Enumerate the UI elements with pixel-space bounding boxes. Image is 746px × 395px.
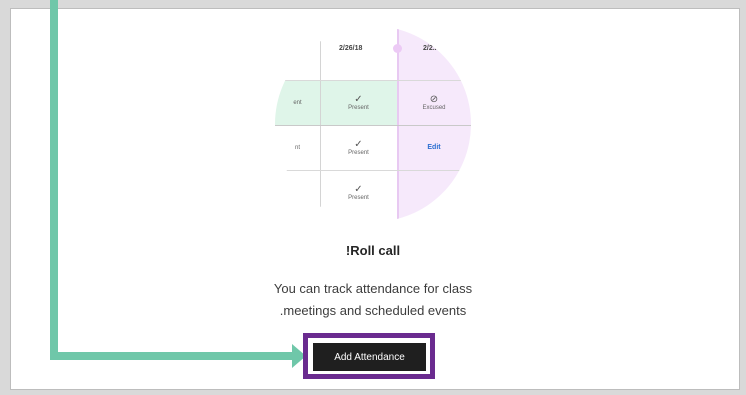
description-line: You can track attendance for class [273,281,473,296]
student-cell: nt [275,125,320,170]
excused-icon: ⊘ [429,94,439,105]
roll-call-illustration: 2/26/18 2/2... ent ✓ Present ⊘ Excused n… [275,26,471,222]
date-header-1: 2/26/18 [339,45,363,52]
check-icon: ✓ [354,94,363,105]
student-cell: ent [275,80,320,125]
annotation-arrow-line [50,0,58,360]
attendance-status: Present [348,105,369,111]
attendance-status: Present [348,150,369,156]
attendance-status: Excused [422,105,446,111]
attendance-cell: Edit [397,125,471,170]
attendance-cell: ✓ Present [320,80,397,125]
description-line: .meetings and scheduled events [279,303,467,318]
edit-link: Edit [427,144,441,151]
date-header-2: 2/2... [423,45,439,52]
attendance-status: Present [348,195,369,201]
annotation-arrow-line [50,352,295,360]
empty-state-description: You can track attendance for class .meet… [0,278,746,322]
add-attendance-button[interactable]: Add Attendance [312,342,427,372]
empty-state-title: !Roll call [345,243,401,258]
date-marker-icon [393,44,402,53]
student-cell-text: ent [293,99,302,106]
attendance-cell: ✓ Present [320,170,397,215]
check-icon: ✓ [354,184,363,195]
attendance-cell: ⊘ Excused [397,80,471,125]
attendance-cell: ✓ Present [320,125,397,170]
student-cell-text: nt [294,144,300,151]
check-icon: ✓ [354,139,363,150]
